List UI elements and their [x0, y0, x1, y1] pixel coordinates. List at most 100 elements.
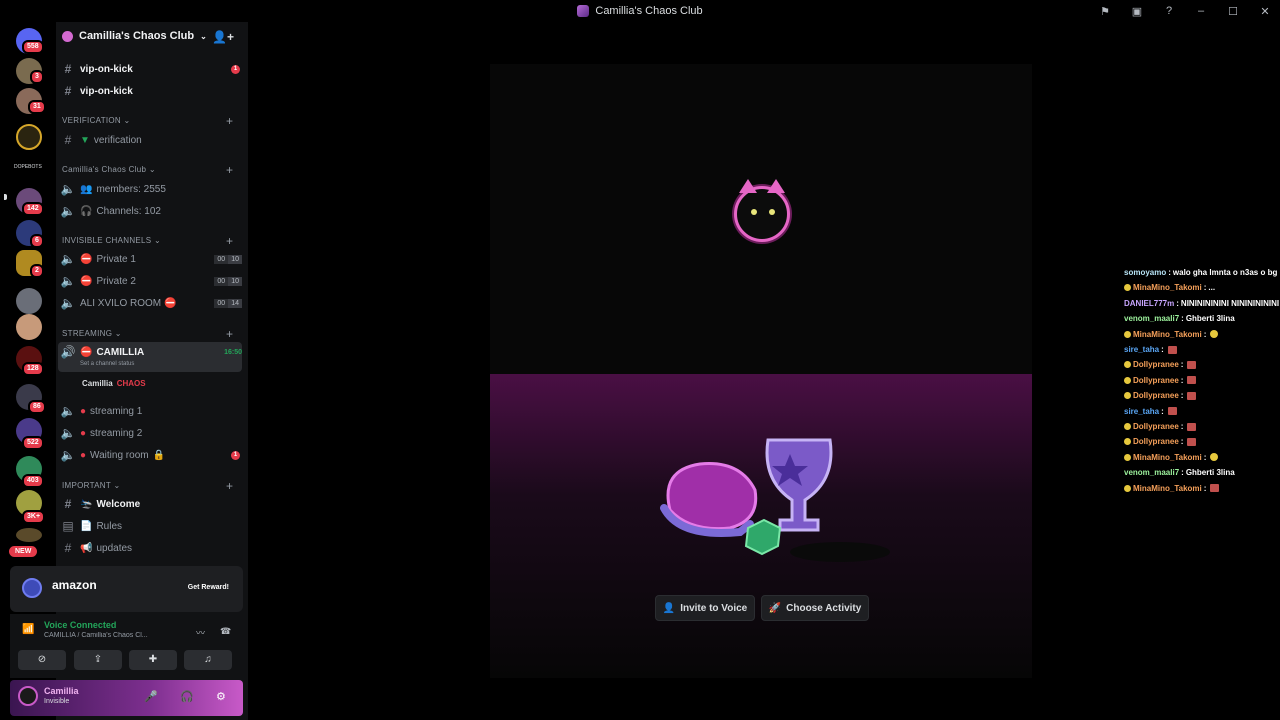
disconnect-icon[interactable]: ☎ [220, 626, 231, 637]
activities-button[interactable]: ✚ [129, 650, 177, 670]
channel-members[interactable]: 🔈 👥 members: 2555 [56, 178, 248, 200]
cat-ear-right [767, 179, 785, 193]
category-label: Camillia's Chaos Club [62, 165, 147, 174]
server-icon[interactable] [16, 528, 42, 542]
channel-private-1[interactable]: 🔈 ⛔ Private 1 00 10 [56, 248, 248, 270]
channel-streaming-2[interactable]: 🔈 ● streaming 2 [56, 422, 248, 444]
chat-message: MinaMino_Takomi: [1124, 484, 1220, 493]
chat-username: Dollypranee [1133, 391, 1179, 401]
chat-separator: : [1180, 360, 1184, 370]
channel-count[interactable]: 🔈 🎧 Channels: 102 [56, 200, 248, 222]
speaker-icon: 🔈 [60, 448, 76, 462]
chat-message: MinaMino_Takomi: [1124, 330, 1219, 339]
channel-name: Waiting room [90, 449, 149, 461]
server-icon[interactable] [16, 124, 42, 150]
maximize-icon[interactable]: ☐ [1226, 5, 1240, 18]
user-avatar-tile[interactable] [734, 179, 790, 242]
add-channel-icon[interactable]: + [226, 327, 233, 341]
chat-separator: : [1180, 375, 1184, 385]
minimize-icon[interactable]: – [1194, 5, 1208, 17]
category-label: VERIFICATION [62, 116, 122, 125]
signal-icon[interactable]: 📶 [22, 624, 34, 635]
add-channel-icon[interactable]: + [226, 114, 233, 128]
window-title-text: Camillia's Chaos Club [595, 5, 703, 17]
channel-name: Welcome [96, 498, 141, 510]
channel-name: streaming 1 [90, 405, 143, 417]
screen-icon[interactable]: ▣ [1130, 5, 1144, 18]
server-badge: 3 [30, 70, 44, 84]
speaker-active-icon: 🔊 [60, 345, 76, 359]
server-icon [62, 30, 73, 42]
screen-share-button[interactable]: ⇪ [74, 650, 122, 670]
channel-ali-xvilo-room[interactable]: 🔈 ALI XVILO ROOM ⛔ 00 14 [56, 292, 248, 314]
chat-emote-icon [1210, 453, 1219, 462]
soundboard-button[interactable]: ♫ [184, 650, 232, 670]
chat-emote-icon [1210, 484, 1220, 493]
username[interactable]: Camillia [44, 686, 79, 696]
channel-verification[interactable]: # ▼ verification [56, 129, 248, 151]
chat-text: Ghberti 3lina [1185, 468, 1235, 478]
no-entry-icon: ⛔ [80, 253, 93, 265]
red-dot-icon: ● [80, 405, 87, 417]
unread-badge: 1 [231, 450, 240, 460]
chat-text: NINININININI NINININININI [1180, 298, 1280, 308]
chat-message: sire_taha: [1124, 345, 1177, 354]
chat-message: Dollypranee: [1124, 422, 1197, 431]
hash-icon: # [64, 84, 72, 98]
channel-waiting-room[interactable]: 🔈 ● Waiting room 🔒 1 [56, 444, 248, 466]
user-limit: 00 10 [214, 276, 242, 286]
choose-activity-button[interactable]: 🚀 Choose Activity [761, 595, 869, 621]
server-badge: 142 [22, 202, 44, 216]
category-club[interactable]: Camillia's Chaos Club ⌄ + [62, 163, 233, 177]
choose-activity-label: Choose Activity [786, 602, 862, 614]
get-reward-button[interactable]: Get Reward! [188, 584, 229, 591]
channel-welcome[interactable]: # 🛬 Welcome [56, 493, 248, 515]
chat-emote-icon [1167, 345, 1177, 354]
avatar[interactable] [18, 686, 38, 706]
invite-to-voice-button[interactable]: 👤 Invite to Voice [655, 595, 755, 621]
settings-gear-icon[interactable]: ⚙ [216, 690, 226, 703]
promo-card[interactable]: amazon Get Reward! [10, 566, 243, 612]
channel-private-2[interactable]: 🔈 ⛔ Private 2 00 10 [56, 270, 248, 292]
microphone-icon[interactable]: 🎤 [144, 690, 158, 703]
server-icon[interactable] [16, 314, 42, 340]
noise-suppression-icon[interactable]: 〰 [196, 626, 205, 639]
add-channel-icon[interactable]: + [226, 163, 233, 177]
category-streaming[interactable]: STREAMING ⌄ + [62, 327, 233, 341]
category-verification[interactable]: VERIFICATION ⌄ + [62, 114, 233, 128]
help-icon[interactable]: ? [1162, 5, 1176, 17]
chat-separator: : [1180, 422, 1184, 431]
chat-username: DANIEL777m [1124, 298, 1175, 308]
category-invisible[interactable]: INVISIBLE CHANNELS ⌄ + [62, 234, 233, 248]
voice-channel[interactable]: CAMILLIA / Camillia's Chaos Cl... [44, 632, 184, 639]
chat-separator: : [1180, 437, 1184, 447]
add-channel-icon[interactable]: + [226, 479, 233, 493]
voice-status[interactable]: Voice Connected [44, 620, 116, 630]
channel-vip-on-kick[interactable]: # vip-on-kick 1 [56, 58, 248, 80]
channel-rules[interactable]: ▤ 📄 Rules [56, 515, 248, 537]
user-limit: 00 10 [214, 254, 242, 264]
channel-name: vip-on-kick [80, 85, 133, 97]
rules-icon: ▤ [62, 519, 74, 533]
server-badge: 3K+ [22, 510, 46, 524]
channel-vip-on-kick[interactable]: # vip-on-kick [56, 80, 248, 102]
server-badge: 403 [22, 474, 44, 488]
chat-separator: : [1181, 468, 1184, 478]
category-label: INVISIBLE CHANNELS [62, 236, 152, 245]
channel-streaming-1[interactable]: 🔈 ● streaming 1 [56, 400, 248, 422]
set-channel-status[interactable]: Set a channel status [80, 361, 134, 367]
channel-camillia[interactable]: 🔊 ⛔ CAMILLIA 16:50 [56, 341, 248, 363]
add-channel-icon[interactable]: + [226, 234, 233, 248]
close-icon[interactable]: ✕ [1258, 5, 1272, 18]
server-icon[interactable] [16, 288, 42, 314]
camera-off-button[interactable]: ⊘ [18, 650, 66, 670]
channel-updates[interactable]: # 📢 updates [56, 537, 248, 559]
inbox-flag-icon[interactable]: ⚑ [1098, 5, 1112, 18]
invite-people-icon[interactable]: 👤+ [212, 30, 234, 44]
chat-text: ... [1208, 283, 1216, 293]
channel-name: CAMILLIA [96, 346, 145, 358]
voice-user[interactable]: Camillia CHAOS [82, 379, 146, 388]
server-header[interactable]: Camillia's Chaos Club ⌄ 👤+ [56, 22, 248, 50]
headphones-icon[interactable]: 🎧 [180, 690, 194, 703]
category-important[interactable]: IMPORTANT ⌄ + [62, 479, 233, 493]
